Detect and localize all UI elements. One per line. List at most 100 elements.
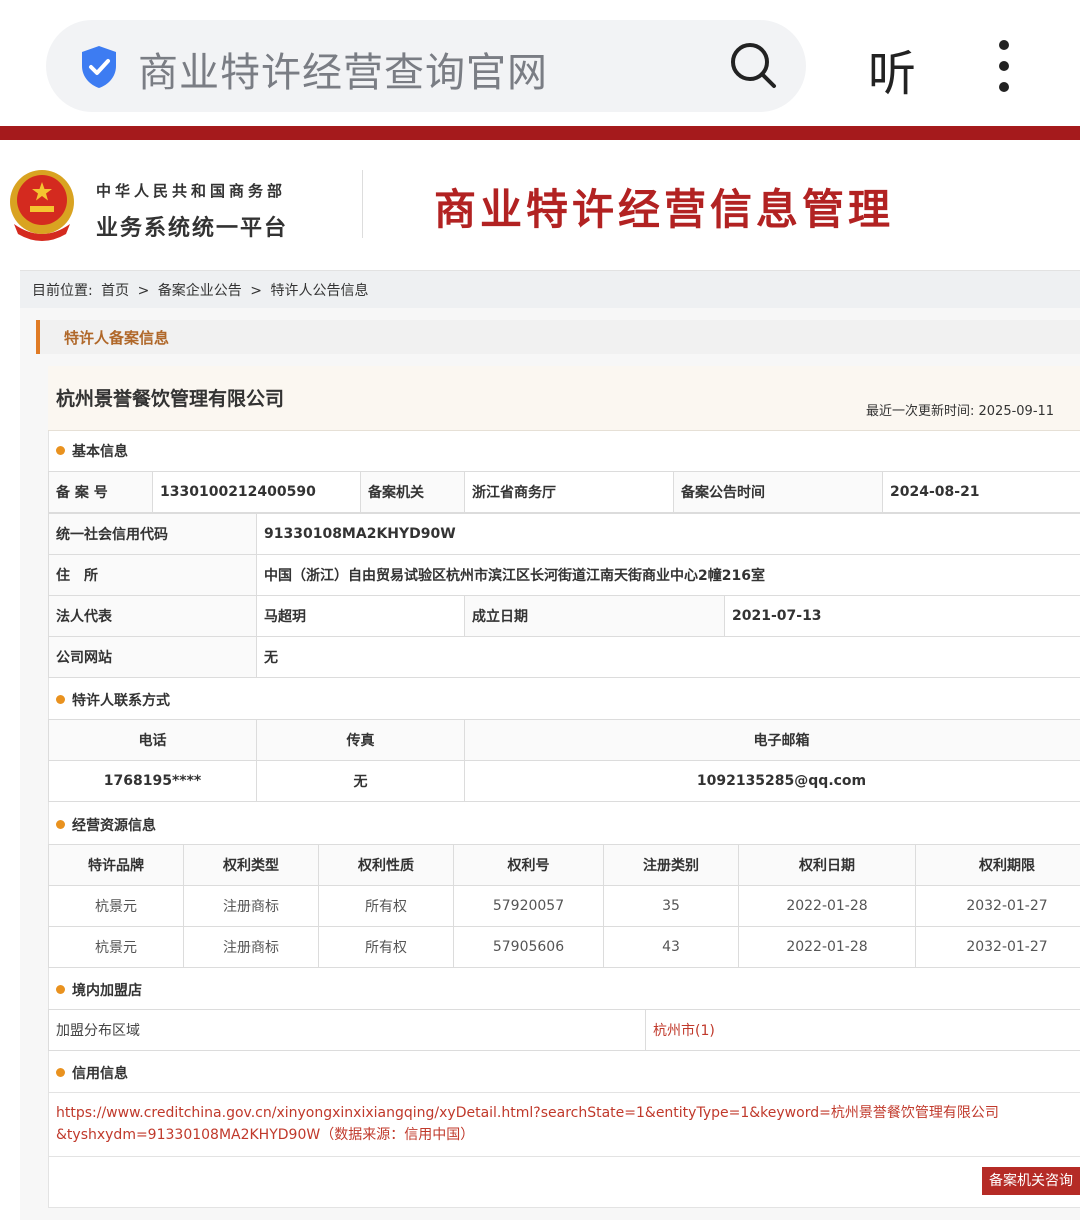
last-updated: 最近一次更新时间: 2025-09-11 — [866, 404, 1055, 419]
fax-header: 传真 — [256, 719, 465, 761]
phone-header: 电话 — [48, 719, 257, 761]
basic-info-heading: 基本信息 — [56, 441, 128, 461]
search-icon[interactable] — [728, 40, 778, 90]
email-value[interactable]: 1092135285@qq.com — [464, 760, 1080, 802]
header-divider — [362, 170, 363, 238]
address-value: 中国（浙江）自由贸易试验区杭州市滨江区长河街道江南天街商业中心2幢216室 — [255, 554, 1080, 596]
brand-red-bar — [0, 126, 1080, 140]
national-emblem-icon — [10, 170, 74, 241]
credit-code-label: 统一社会信用代码 — [48, 513, 257, 555]
founded-label: 成立日期 — [464, 595, 725, 637]
phone-value: 1768195**** — [48, 760, 257, 802]
table-cell: 35 — [603, 885, 739, 927]
breadcrumb-separator: > — [250, 283, 262, 299]
breadcrumb-notices[interactable]: 备案企业公告 — [158, 283, 242, 299]
col-reg-class: 注册类别 — [603, 844, 739, 886]
record-no-label: 备 案 号 — [48, 471, 153, 513]
bullet-dot — [56, 820, 65, 829]
table-row: 1768195**** 无 1092135285@qq.com — [48, 760, 1080, 802]
divider — [48, 1092, 1080, 1093]
fax-value: 无 — [256, 760, 465, 802]
company-name: 杭州景誉餐饮管理有限公司 — [56, 388, 285, 410]
consult-authority-button[interactable]: 备案机关咨询 — [982, 1167, 1080, 1195]
table-cell: 57920057 — [453, 885, 604, 927]
authority-value: 浙江省商务厅 — [464, 471, 674, 513]
table-row: 统一社会信用代码 91330108MA2KHYD90W — [48, 513, 1080, 555]
table-cell: 所有权 — [318, 885, 454, 927]
col-right-nature: 权利性质 — [318, 844, 454, 886]
stores-heading-text: 境内加盟店 — [72, 983, 142, 999]
address-label: 住 所 — [48, 554, 257, 596]
credit-link-line-2[interactable]: &tyshxydm=91330108MA2KHYD90W（数据来源：信用中国） — [56, 1124, 1056, 1146]
website-label: 公司网站 — [48, 636, 257, 678]
resources-heading: 经营资源信息 — [56, 815, 156, 835]
table-row: 加盟分布区域 杭州市(1) — [48, 1009, 1080, 1051]
region-label: 加盟分布区域 — [48, 1009, 646, 1051]
contact-heading: 特许人联系方式 — [56, 690, 170, 710]
legal-rep-label: 法人代表 — [48, 595, 257, 637]
table-cell: 杭景元 — [48, 885, 184, 927]
table-row: 杭景元 注册商标 所有权 57905606 43 2022-01-28 2032… — [48, 926, 1080, 968]
record-no-value: 1330100212400590 — [152, 471, 361, 513]
col-brand: 特许品牌 — [48, 844, 184, 886]
col-right-date: 权利日期 — [738, 844, 916, 886]
table-cell: 所有权 — [318, 926, 454, 968]
table-row: 住 所 中国（浙江）自由贸易试验区杭州市滨江区长河街道江南天街商业中心2幢216… — [48, 554, 1080, 596]
ministry-name: 中华人民共和国商务部 — [96, 182, 287, 200]
bullet-dot — [56, 985, 65, 994]
page-title: 商业特许经营信息管理 — [434, 185, 895, 234]
notice-time-label: 备案公告时间 — [673, 471, 883, 513]
contact-heading-text: 特许人联系方式 — [72, 693, 170, 709]
legal-rep-value: 马超玥 — [256, 595, 465, 637]
bullet-dot — [56, 446, 65, 455]
table-cell: 杭景元 — [48, 926, 184, 968]
stores-heading: 境内加盟店 — [56, 980, 142, 1000]
platform-name: 业务系统统一平台 — [96, 216, 289, 241]
table-cell: 43 — [603, 926, 739, 968]
contact-table: 电话 传真 电子邮箱 1768195**** 无 1092135285@qq.c… — [48, 719, 1080, 802]
table-cell: 注册商标 — [183, 885, 319, 927]
breadcrumb: 目前位置: 首页 > 备案企业公告 > 特许人公告信息 — [32, 280, 372, 300]
basic-info-heading-text: 基本信息 — [72, 444, 128, 460]
credit-heading: 信用信息 — [56, 1063, 128, 1083]
basic-info-table-1: 备 案 号 1330100212400590 备案机关 浙江省商务厅 备案公告时… — [48, 471, 1080, 513]
credit-china-link[interactable]: https://www.creditchina.gov.cn/xinyongxi… — [56, 1102, 1056, 1146]
authority-label: 备案机关 — [360, 471, 465, 513]
basic-info-table-2: 统一社会信用代码 91330108MA2KHYD90W 住 所 中国（浙江）自由… — [48, 513, 1080, 678]
credit-heading-text: 信用信息 — [72, 1066, 128, 1082]
search-query-text[interactable]: 商业特许经营查询官网 — [138, 40, 548, 98]
website-value: 无 — [255, 636, 1080, 678]
stores-table: 加盟分布区域 杭州市(1) — [48, 1009, 1080, 1051]
email-header: 电子邮箱 — [464, 719, 1080, 761]
table-header-row: 电话 传真 电子邮箱 — [48, 719, 1080, 761]
bullet-dot — [56, 1068, 65, 1077]
founded-value: 2021-07-13 — [723, 595, 1080, 637]
table-cell: 2032-01-27 — [915, 926, 1080, 968]
shield-check-icon — [82, 46, 116, 88]
breadcrumb-current: 特许人公告信息 — [270, 283, 369, 299]
notice-time-value: 2024-08-21 — [882, 471, 1080, 513]
table-header-row: 特许品牌 权利类型 权利性质 权利号 注册类别 权利日期 权利期限 — [48, 844, 1080, 886]
table-row: 公司网站 无 — [48, 636, 1080, 678]
col-right-term: 权利期限 — [915, 844, 1080, 886]
bullet-dot — [56, 695, 65, 704]
col-right-type: 权利类型 — [183, 844, 319, 886]
credit-code-value: 91330108MA2KHYD90W — [255, 513, 1080, 555]
col-right-no: 权利号 — [453, 844, 604, 886]
more-options-icon[interactable] — [986, 38, 1022, 94]
region-link[interactable]: 杭州市(1) — [645, 1009, 1080, 1051]
breadcrumb-separator: > — [137, 283, 150, 299]
breadcrumb-home[interactable]: 首页 — [101, 283, 129, 299]
listen-button[interactable]: 听 — [868, 34, 916, 104]
section-title: 特许人备案信息 — [64, 329, 170, 347]
table-row: 备 案 号 1330100212400590 备案机关 浙江省商务厅 备案公告时… — [48, 471, 1080, 513]
section-header — [36, 320, 1080, 354]
divider — [48, 1156, 1080, 1157]
table-cell: 2032-01-27 — [915, 885, 1080, 927]
table-cell: 2022-01-28 — [738, 885, 916, 927]
table-cell: 2022-01-28 — [738, 926, 916, 968]
credit-link-line-1[interactable]: https://www.creditchina.gov.cn/xinyongxi… — [56, 1102, 1056, 1124]
table-row: 法人代表 马超玥 成立日期 2021-07-13 — [48, 595, 1080, 637]
resources-heading-text: 经营资源信息 — [72, 818, 156, 834]
table-cell: 注册商标 — [183, 926, 319, 968]
